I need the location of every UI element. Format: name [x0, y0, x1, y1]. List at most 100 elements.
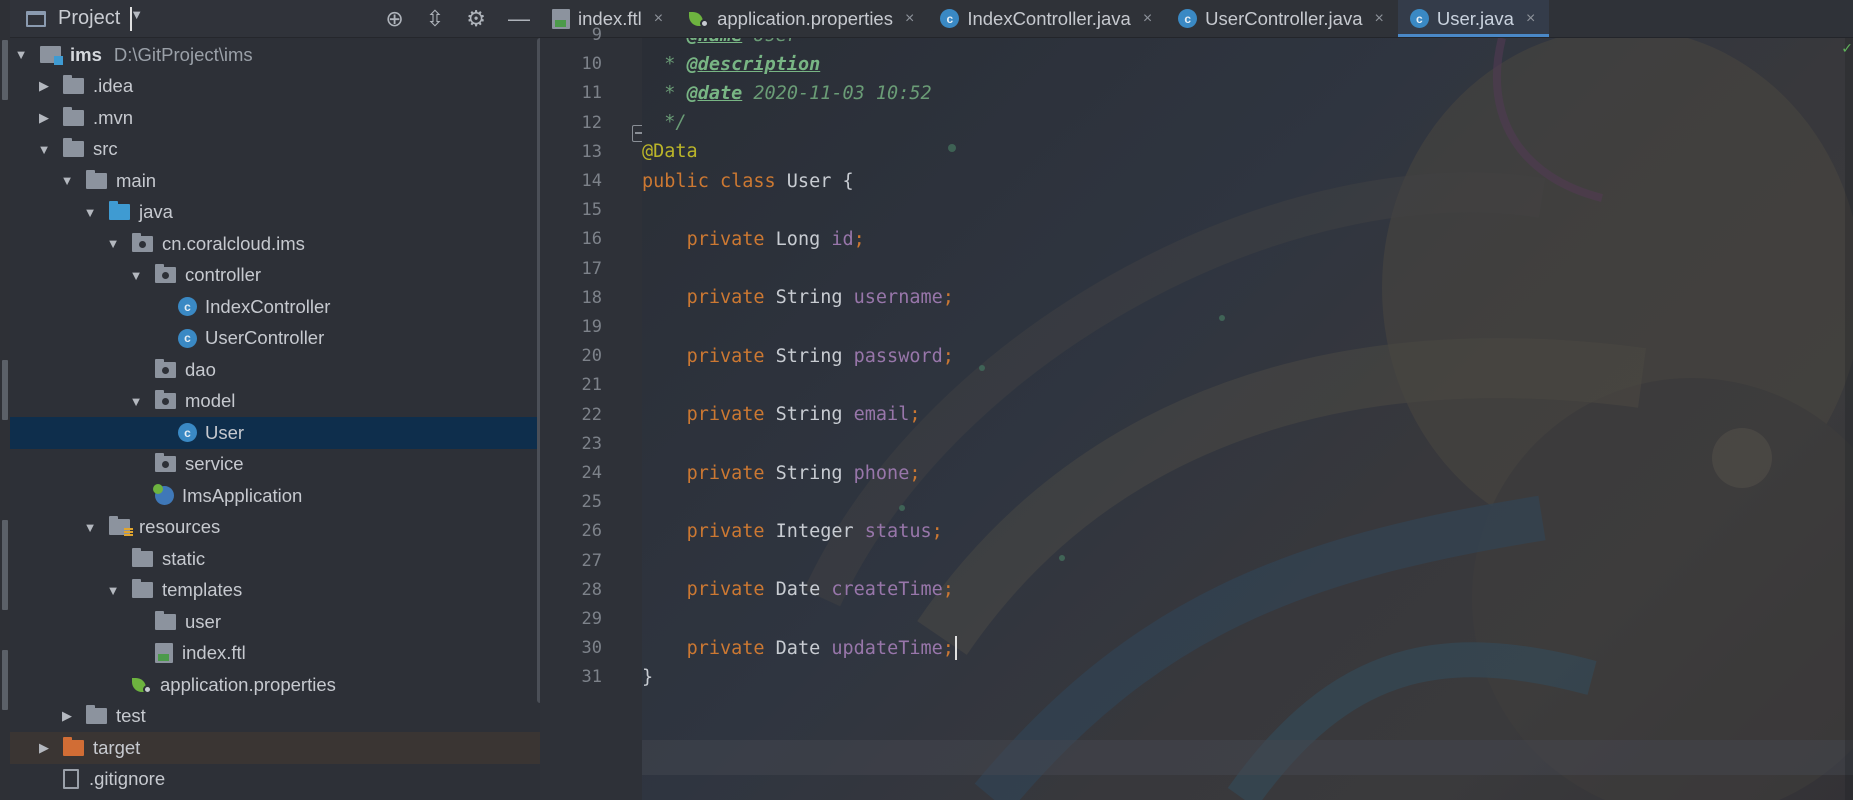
expanded-arrow-icon[interactable]: ▼	[83, 205, 97, 220]
file-icon	[63, 769, 79, 790]
collapsed-arrow-icon[interactable]: ▶	[37, 78, 51, 94]
line-number: 19	[581, 317, 602, 337]
line-number: 14	[581, 171, 602, 191]
code-token: private	[686, 228, 776, 250]
line-number: 30	[581, 638, 602, 659]
editor-tab[interactable]: application.properties ×	[677, 0, 928, 37]
close-icon[interactable]: ×	[1526, 10, 1535, 28]
code-token: *	[642, 53, 687, 75]
folder-icon	[63, 138, 84, 158]
code-token: @Data	[642, 141, 698, 163]
code-token: Date	[775, 579, 832, 601]
code-line: private String phone;	[642, 456, 921, 490]
inspection-ok-icon[interactable]: ✓	[1841, 40, 1853, 57]
close-icon[interactable]: ×	[1143, 10, 1152, 28]
tree-item[interactable]: application.properties	[10, 669, 540, 701]
expanded-arrow-icon[interactable]: ▼	[106, 236, 120, 251]
tree-item-label: src	[93, 138, 118, 160]
code-editor[interactable]: * @name User * @description * @date 2020…	[642, 38, 1853, 800]
tree-item[interactable]: index.ftl	[10, 638, 540, 670]
code-line: }	[642, 660, 653, 694]
java-class-icon: c	[178, 328, 197, 348]
code-token: *	[642, 38, 687, 46]
project-tool-tab[interactable]	[2, 40, 8, 100]
tree-item[interactable]: user	[10, 606, 540, 638]
line-number-gutter: 9 10 11 12 13 14 15 16 17 18 19 20 21 22 23 24 25 26 27 28 2…	[540, 25, 642, 800]
tree-item[interactable]: ▶ .mvn	[10, 102, 540, 134]
tree-item[interactable]: ▶ .idea	[10, 71, 540, 103]
tree-item-label: service	[185, 453, 244, 475]
tree-item[interactable]: ▼ controller	[10, 260, 540, 292]
code-token: username	[853, 287, 943, 309]
tree-item[interactable]: ▼ cn.coralcloud.ims	[10, 228, 540, 260]
code-token: private	[686, 637, 776, 659]
tree-item[interactable]: ▶ test	[10, 701, 540, 733]
editor-tab[interactable]: c IndexController.java ×	[928, 0, 1166, 37]
tree-item[interactable]: ▼ model	[10, 386, 540, 418]
locate-icon[interactable]: ⊕	[385, 7, 403, 30]
tree-item-label: resources	[139, 516, 221, 538]
tree-item-label: main	[116, 169, 157, 191]
expanded-arrow-icon[interactable]: ▼	[129, 394, 143, 409]
tree-item[interactable]: ▼ src	[10, 134, 540, 166]
expanded-arrow-icon[interactable]: ▼	[37, 142, 51, 157]
editor-tab[interactable]: c UserController.java ×	[1166, 0, 1398, 37]
tree-item[interactable]: dao	[10, 354, 540, 386]
code-token: status	[864, 520, 932, 542]
java-class-icon: c	[178, 297, 197, 317]
chevron-down-icon[interactable]: ▼	[130, 6, 143, 31]
tree-item[interactable]: c User	[10, 417, 540, 449]
expanded-arrow-icon[interactable]: ▼	[83, 520, 97, 535]
project-panel-title[interactable]: Project	[58, 7, 120, 30]
collapsed-arrow-icon[interactable]: ▶	[60, 708, 74, 724]
tree-item[interactable]: ImsApplication	[10, 480, 540, 512]
close-icon[interactable]: ×	[905, 10, 914, 28]
collapsed-arrow-icon[interactable]: ▶	[37, 740, 51, 756]
code-token: password	[853, 345, 943, 367]
tree-item-label: ImsApplication	[182, 484, 303, 506]
line-number: 20	[581, 346, 602, 367]
tree-item[interactable]: ▼ main	[10, 165, 540, 197]
tree-item-label: target	[93, 736, 141, 758]
tree-item-label: controller	[185, 264, 262, 286]
close-icon[interactable]: ×	[1375, 10, 1384, 28]
tree-item[interactable]: ▶ target	[10, 732, 540, 764]
close-icon[interactable]: ×	[654, 10, 663, 28]
code-token: User	[742, 38, 798, 46]
code-line: private String password;	[642, 339, 954, 373]
tree-item-label: java	[139, 201, 173, 223]
tree-item[interactable]: ▼ resources	[10, 512, 540, 544]
expanded-arrow-icon[interactable]: ▼	[14, 47, 28, 62]
hide-panel-icon[interactable]: —	[508, 7, 530, 30]
excluded-folder-icon	[63, 736, 84, 756]
line-number: 28	[581, 579, 602, 600]
collapse-all-icon[interactable]: ⇳	[426, 7, 444, 30]
code-token: @date	[686, 82, 743, 104]
expanded-arrow-icon[interactable]: ▼	[129, 268, 143, 283]
editor-tab[interactable]: c User.java ×	[1397, 0, 1550, 37]
editor-tab-label: application.properties	[717, 7, 893, 29]
structure-tool-tab[interactable]	[2, 360, 8, 420]
tree-item[interactable]: c UserController	[10, 323, 540, 355]
tree-item-path: D:\GitProject\ims	[113, 43, 253, 65]
collapsed-arrow-icon[interactable]: ▶	[37, 110, 51, 126]
tree-item[interactable]: ▼ ims D:\GitProject\ims	[10, 39, 540, 71]
editor-right-scroll-strip[interactable]	[1845, 38, 1853, 800]
expanded-arrow-icon[interactable]: ▼	[60, 173, 74, 188]
gear-icon[interactable]: ⚙	[466, 7, 486, 30]
tree-item[interactable]: ▼ java	[10, 197, 540, 229]
tree-item[interactable]: .gitignore	[10, 764, 540, 796]
expanded-arrow-icon[interactable]: ▼	[106, 583, 120, 598]
code-token: }	[642, 666, 654, 688]
tree-item[interactable]: ▼ templates	[10, 575, 540, 607]
favorites-tool-tab[interactable]	[2, 520, 8, 610]
tree-item-label: templates	[162, 579, 243, 601]
web-tool-tab[interactable]	[2, 650, 8, 710]
tree-item[interactable]: service	[10, 449, 540, 481]
spring-properties-icon	[132, 676, 152, 694]
line-number: 18	[581, 287, 602, 308]
tree-item[interactable]: static	[10, 543, 540, 575]
code-token: email	[853, 404, 910, 426]
tree-item[interactable]: c IndexController	[10, 291, 540, 323]
